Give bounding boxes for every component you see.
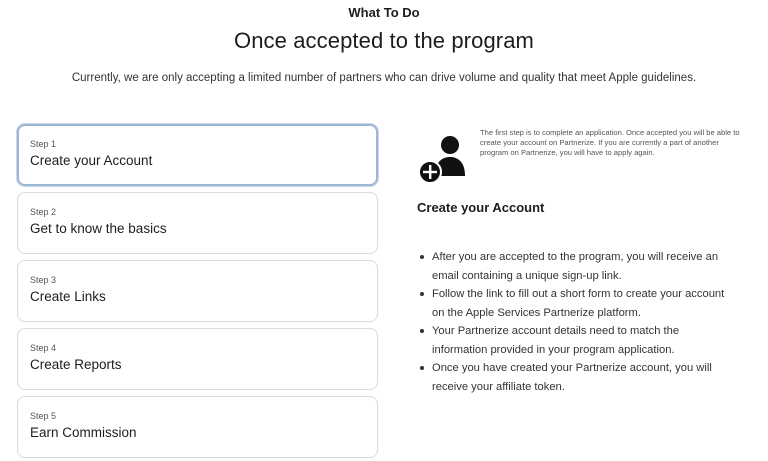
step-card-2[interactable]: Step 2 Get to know the basics [17, 192, 378, 254]
step-card-3[interactable]: Step 3 Create Links [17, 260, 378, 322]
step-title: Create Reports [30, 357, 122, 372]
step-card-1[interactable]: Step 1 Create your Account [17, 124, 378, 186]
step-number: Step 2 [30, 207, 57, 217]
step-title: Create your Account [30, 153, 153, 168]
list-item: After you are accepted to the program, y… [417, 248, 737, 285]
step-card-4[interactable]: Step 4 Create Reports [17, 328, 378, 390]
detail-bullet-list: After you are accepted to the program, y… [417, 248, 737, 396]
list-item: Your Partnerize account details need to … [417, 322, 737, 359]
step-number: Step 3 [30, 275, 57, 285]
section-eyebrow: What To Do [348, 5, 420, 20]
list-item: Follow the link to fill out a short form… [417, 285, 737, 322]
what-to-do-section: What To Do Once accepted to the program … [0, 0, 768, 461]
intro-text: Currently, we are only accepting a limit… [71, 72, 697, 84]
detail-blurb: The first step is to complete an applica… [480, 128, 740, 157]
steps-list: Step 1 Create your Account Step 2 Get to… [17, 124, 378, 461]
step-title: Create Links [30, 289, 106, 304]
step-title: Get to know the basics [30, 221, 167, 236]
page-title: Once accepted to the program [234, 28, 534, 53]
step-title: Earn Commission [30, 425, 137, 440]
step-number: Step 4 [30, 343, 57, 353]
step-number: Step 1 [30, 139, 57, 149]
step-number: Step 5 [30, 411, 57, 421]
add-person-icon [418, 136, 465, 184]
detail-title: Create your Account [417, 200, 545, 215]
list-item: Once you have created your Partnerize ac… [417, 359, 737, 396]
step-card-5[interactable]: Step 5 Earn Commission [17, 396, 378, 458]
